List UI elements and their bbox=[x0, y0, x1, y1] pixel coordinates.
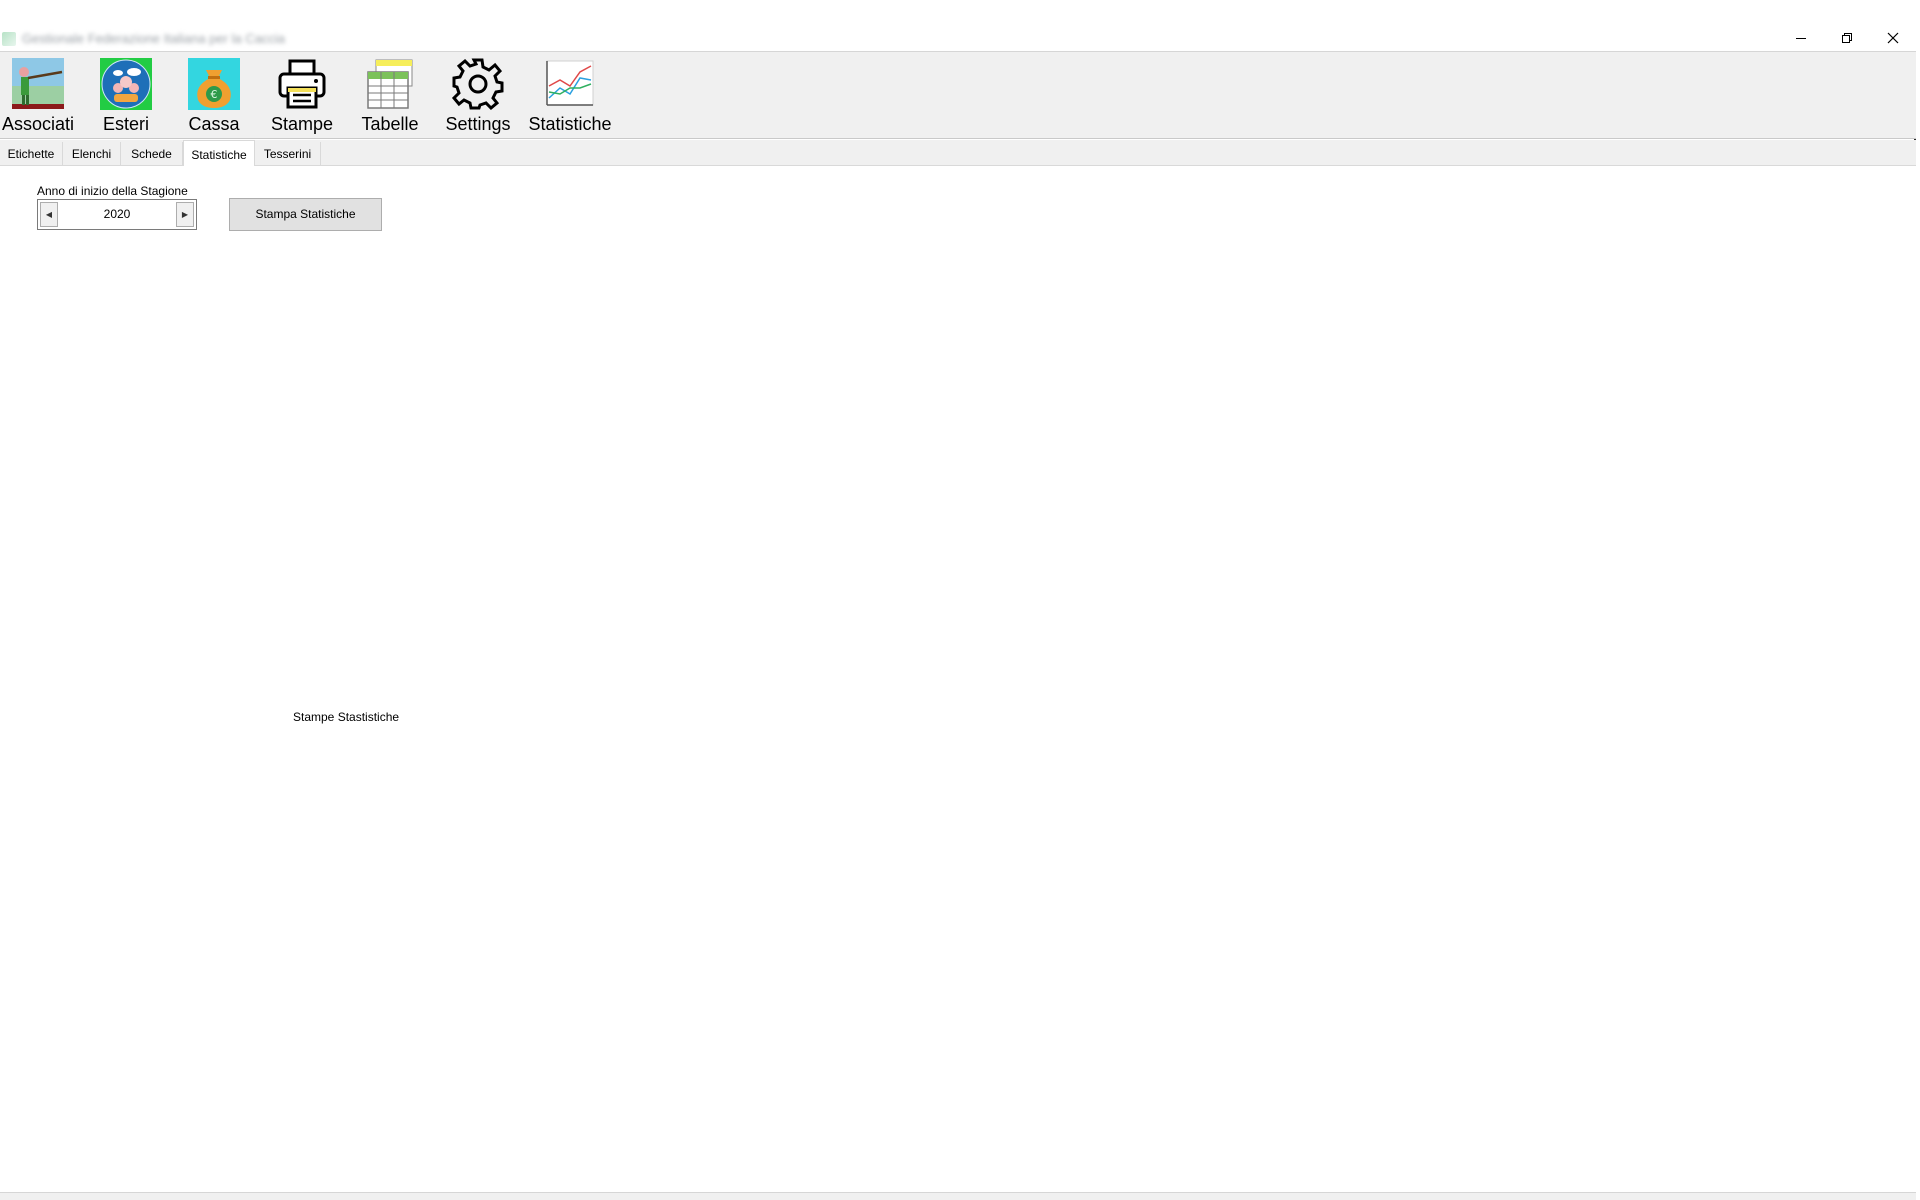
ribbon-label-cassa: Cassa bbox=[188, 114, 240, 134]
tab-elenchi[interactable]: Elenchi bbox=[63, 142, 121, 166]
ribbon-label-statistiche: Statistiche bbox=[528, 114, 612, 134]
statistiche-panel: Anno di inizio della Stagione ◀ 2020 ▶ S… bbox=[0, 166, 1916, 1192]
window-title: Gestionale Federazione Italiana per la C… bbox=[22, 31, 286, 46]
gear-icon bbox=[451, 58, 504, 111]
minimize-button[interactable] bbox=[1778, 21, 1823, 54]
season-year-label: Anno di inizio della Stagione bbox=[37, 184, 188, 198]
settings-button[interactable]: Settings bbox=[442, 58, 514, 134]
ribbon-label-stampe: Stampe bbox=[270, 114, 334, 134]
cassa-button[interactable]: € Cassa bbox=[178, 58, 250, 134]
stampe-caption: Stampe Stastistiche bbox=[293, 710, 400, 724]
close-icon bbox=[1887, 32, 1898, 43]
ribbon-label-tabelle: Tabelle bbox=[361, 114, 419, 134]
tab-schede[interactable]: Schede bbox=[121, 142, 183, 166]
minimize-icon bbox=[1795, 37, 1806, 39]
esteri-button[interactable]: Esteri bbox=[90, 58, 162, 134]
associati-button[interactable]: Associati bbox=[2, 58, 74, 134]
increment-button[interactable]: ▶ bbox=[176, 202, 194, 227]
stampa-statistiche-button[interactable]: Stampa Statistiche bbox=[229, 198, 382, 231]
tab-statistiche[interactable]: Statistiche bbox=[183, 140, 255, 167]
printer-icon bbox=[276, 58, 328, 110]
ribbon-label-esteri: Esteri bbox=[102, 114, 149, 134]
tab-tesserini[interactable]: Tesserini bbox=[255, 142, 321, 166]
hunter-icon bbox=[12, 58, 64, 110]
money-bag-icon: € bbox=[188, 58, 240, 110]
tab-strip: Etichette Elenchi Schede Statistiche Tes… bbox=[0, 140, 1916, 167]
globe-people-icon bbox=[100, 58, 152, 110]
restore-icon bbox=[1841, 32, 1852, 43]
restore-button[interactable] bbox=[1824, 21, 1869, 54]
season-year-stepper[interactable]: ◀ 2020 ▶ bbox=[37, 199, 197, 230]
line-chart-icon bbox=[544, 58, 596, 110]
ribbon-label-settings: Settings bbox=[445, 114, 511, 134]
app-window: Gestionale Federazione Italiana per la C… bbox=[0, 0, 1916, 1200]
chevron-right-icon: ▶ bbox=[181, 210, 189, 219]
statistiche-ribbon-button[interactable]: Statistiche bbox=[525, 58, 615, 134]
stampe-button[interactable]: Stampe bbox=[266, 58, 338, 134]
decrement-button[interactable]: ◀ bbox=[40, 202, 58, 227]
chevron-left-icon: ◀ bbox=[45, 210, 53, 219]
close-button[interactable] bbox=[1870, 21, 1915, 54]
season-year-value[interactable]: 2020 bbox=[60, 200, 174, 229]
tab-etichette[interactable]: Etichette bbox=[0, 142, 63, 166]
title-bar: Gestionale Federazione Italiana per la C… bbox=[0, 0, 1916, 51]
tabelle-button[interactable]: Tabelle bbox=[354, 58, 426, 134]
app-logo-icon bbox=[2, 32, 16, 46]
ribbon-toolbar: Associati Esteri € Cassa Stampe Tabelle … bbox=[0, 51, 1916, 139]
table-icon bbox=[364, 58, 416, 110]
ribbon-label-associati: Associati bbox=[1, 114, 75, 134]
status-bar bbox=[0, 1192, 1916, 1200]
svg-text:€: € bbox=[211, 88, 218, 101]
